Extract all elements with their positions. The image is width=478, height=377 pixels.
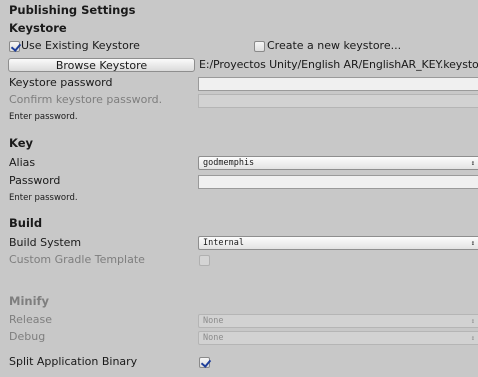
release-dropdown[interactable]: None ↕	[198, 314, 478, 328]
section-header-minify: Minify	[9, 294, 50, 308]
key-password-field[interactable]	[198, 175, 478, 189]
debug-value: None	[203, 333, 224, 343]
keystore-password-label: Keystore password	[9, 76, 113, 89]
key-password-label: Password	[9, 174, 61, 187]
key-enter-password-hint: Enter password.	[9, 193, 78, 203]
browse-keystore-button[interactable]: Browse Keystore	[8, 58, 195, 72]
split-application-binary-label: Split Application Binary	[9, 355, 138, 368]
debug-label: Debug	[9, 330, 46, 343]
alias-label: Alias	[9, 156, 36, 169]
build-system-dropdown[interactable]: Internal ↕	[198, 236, 478, 250]
updown-arrow-icon: ↕	[470, 239, 475, 247]
publishing-settings-panel: Publishing Settings Keystore Use Existin…	[0, 0, 478, 377]
updown-arrow-icon: ↕	[470, 159, 475, 167]
section-title-publishing-settings: Publishing Settings	[9, 3, 136, 17]
use-existing-keystore-label: Use Existing Keystore	[21, 39, 140, 52]
keystore-password-field[interactable]	[198, 77, 478, 91]
build-system-value: Internal	[203, 238, 244, 248]
section-header-keystore: Keystore	[9, 21, 67, 35]
section-header-build: Build	[9, 216, 43, 230]
split-application-binary-checkbox[interactable]	[199, 357, 210, 368]
create-new-keystore-checkbox[interactable]	[254, 41, 265, 52]
updown-arrow-icon: ↕	[470, 317, 475, 325]
section-header-key: Key	[9, 136, 34, 150]
release-label: Release	[9, 313, 52, 326]
build-system-label: Build System	[9, 236, 82, 249]
alias-dropdown[interactable]: godmemphis ↕	[198, 156, 478, 170]
release-value: None	[203, 316, 224, 326]
confirm-keystore-password-field[interactable]	[198, 94, 478, 108]
confirm-keystore-password-label: Confirm keystore password.	[9, 93, 163, 106]
updown-arrow-icon: ↕	[470, 334, 475, 342]
custom-gradle-template-label: Custom Gradle Template	[9, 253, 145, 266]
keystore-enter-password-hint: Enter password.	[9, 112, 78, 122]
create-new-keystore-label: Create a new keystore...	[267, 39, 402, 52]
custom-gradle-template-checkbox[interactable]	[199, 255, 210, 266]
alias-value: godmemphis	[203, 158, 255, 168]
debug-dropdown[interactable]: None ↕	[198, 331, 478, 345]
keystore-path-text: E:/Proyectos Unity/English AR/EnglishAR_…	[199, 58, 478, 71]
use-existing-keystore-checkbox[interactable]	[9, 41, 20, 52]
